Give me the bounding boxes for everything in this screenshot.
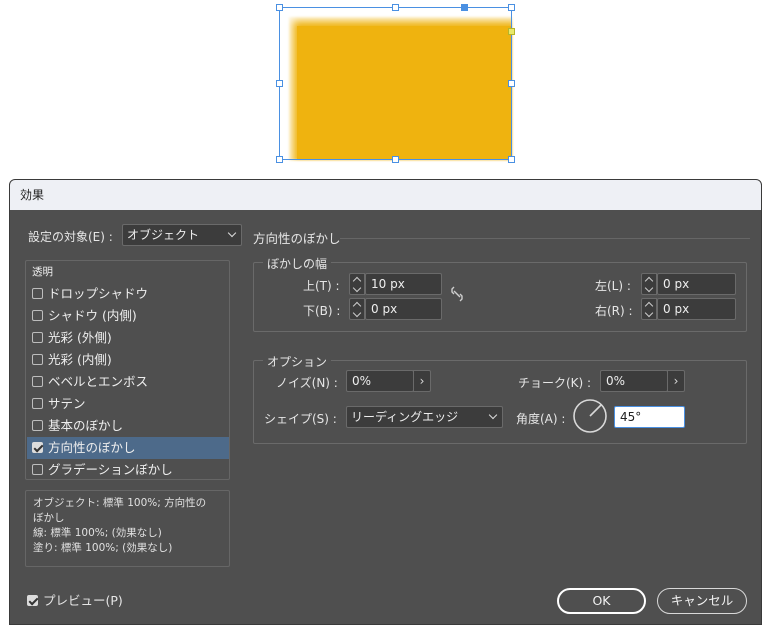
bottom-input[interactable]: 0 px [365, 298, 442, 320]
checkbox-icon[interactable] [32, 332, 43, 343]
right-label: 右(R) : [595, 304, 633, 318]
dialog-titlebar[interactable]: 効果 [10, 180, 761, 210]
shape-dropdown-value: リーディングエッジ [351, 410, 459, 424]
effect-item-label: ベベルとエンボス [48, 374, 149, 389]
chevron-right-icon: › [419, 374, 425, 388]
top-stepper[interactable] [349, 273, 365, 295]
shape-dropdown[interactable]: リーディングエッジ [346, 406, 503, 428]
checkbox-icon[interactable] [32, 398, 43, 409]
checkbox-checked-icon[interactable] [32, 442, 43, 453]
effect-item-label: ドロップシャドウ [48, 286, 149, 301]
checkbox-icon[interactable] [32, 288, 43, 299]
cancel-button[interactable]: キャンセル [657, 588, 747, 614]
effects-dialog: 効果 設定の対象(E) : オブジェクト 方向性のぼかし 透明 ドロップシャドウ… [9, 179, 762, 625]
preview-label: プレビュー(P) [43, 593, 123, 608]
resize-handle-left[interactable] [276, 80, 283, 87]
checkbox-icon[interactable] [32, 420, 43, 431]
resize-handle-top-left[interactable] [276, 4, 283, 11]
resize-handle-bottom-left[interactable] [276, 156, 283, 163]
choke-input[interactable]: 0% [600, 370, 668, 392]
target-label: 設定の対象(E) : [28, 230, 113, 244]
preview-checkbox[interactable]: プレビュー(P) [27, 590, 123, 609]
chevron-down-icon [227, 228, 237, 238]
left-label: 左(L) : [595, 279, 631, 293]
document-canvas [0, 0, 772, 178]
noise-label: ノイズ(N) : [276, 376, 338, 390]
bottom-label: 下(B) : [303, 304, 341, 318]
noise-input[interactable]: 0% [346, 370, 414, 392]
feather-widths-title: ぼかしの幅 [263, 255, 332, 272]
summary-line: 線: 標準 100%; (効果なし) [33, 527, 162, 539]
checkbox-icon[interactable] [32, 464, 43, 475]
checkbox-icon[interactable] [32, 310, 43, 321]
effect-item-label: グラデーションぼかし [48, 462, 173, 477]
effect-item-label: シャドウ (内側) [48, 308, 137, 323]
angle-label: 角度(A) : [516, 412, 566, 426]
target-dropdown-value: オブジェクト [127, 228, 200, 242]
noise-slider-button[interactable]: › [413, 370, 431, 392]
reference-point-handle[interactable] [461, 4, 468, 11]
chevron-down-icon [488, 410, 498, 420]
choke-label: チョーク(K) : [518, 376, 592, 390]
effect-item-directional-feather[interactable]: 方向性のぼかし [27, 437, 229, 459]
ok-button[interactable]: OK [557, 588, 646, 614]
angle-dial-icon[interactable] [572, 398, 608, 434]
selection-bounding-box[interactable] [279, 7, 512, 160]
target-dropdown[interactable]: オブジェクト [122, 224, 242, 246]
section-divider [340, 238, 750, 239]
chevron-right-icon: › [673, 374, 679, 388]
checkbox-icon[interactable] [32, 376, 43, 387]
effect-item-label: 基本のぼかし [48, 418, 124, 433]
effect-item-label: 方向性のぼかし [48, 440, 136, 455]
effects-list: 透明 ドロップシャドウ シャドウ (内側) 光彩 (外側) 光彩 (内側) ベベ… [25, 260, 230, 480]
checkbox-icon[interactable] [32, 354, 43, 365]
summary-line: ぼかし [33, 512, 65, 524]
section-title: 方向性のぼかし [253, 231, 341, 246]
resize-handle-right[interactable] [508, 80, 515, 87]
resize-handle-bottom[interactable] [392, 156, 399, 163]
angle-input[interactable]: 45° [614, 406, 685, 428]
effect-item-outer-glow[interactable]: 光彩 (外側) [27, 327, 229, 349]
effects-summary: オブジェクト: 標準 100%; 方向性の ぼかし 線: 標準 100%; (効… [25, 490, 230, 567]
effect-item-label: サテン [48, 396, 86, 411]
resize-handle-top[interactable] [392, 4, 399, 11]
bottom-stepper[interactable] [349, 298, 365, 320]
effect-item-satin[interactable]: サテン [27, 393, 229, 415]
left-input[interactable]: 0 px [657, 273, 736, 295]
resize-handle-top-right[interactable] [508, 4, 515, 11]
resize-handle-bottom-right[interactable] [508, 156, 515, 163]
summary-line: オブジェクト: 標準 100%; 方向性の [33, 497, 207, 509]
effects-list-header[interactable]: 透明 [27, 263, 229, 281]
effect-item-basic-feather[interactable]: 基本のぼかし [27, 415, 229, 437]
checkbox-checked-icon[interactable] [27, 595, 38, 606]
summary-line: 塗り: 標準 100%; (効果なし) [33, 542, 173, 554]
left-stepper[interactable] [641, 273, 657, 295]
effect-item-inner-glow[interactable]: 光彩 (内側) [27, 349, 229, 371]
top-input[interactable]: 10 px [365, 273, 442, 295]
shape-label: シェイプ(S) : [264, 412, 337, 426]
options-title: オプション [263, 353, 332, 370]
dialog-title: 効果 [20, 188, 45, 202]
right-input[interactable]: 0 px [657, 298, 736, 320]
effect-item-bevel-emboss[interactable]: ベベルとエンボス [27, 371, 229, 393]
right-stepper[interactable] [641, 298, 657, 320]
effect-item-inner-shadow[interactable]: シャドウ (内側) [27, 305, 229, 327]
top-label: 上(T) : [303, 279, 340, 293]
chain-link-broken-icon[interactable] [450, 286, 464, 302]
effect-item-label: 光彩 (内側) [48, 352, 112, 367]
effect-item-label: 光彩 (外側) [48, 330, 112, 345]
choke-slider-button[interactable]: › [667, 370, 685, 392]
effect-item-gradient-feather[interactable]: グラデーションぼかし [27, 459, 229, 481]
corner-options-handle[interactable] [508, 28, 515, 35]
effect-item-drop-shadow[interactable]: ドロップシャドウ [27, 283, 229, 305]
